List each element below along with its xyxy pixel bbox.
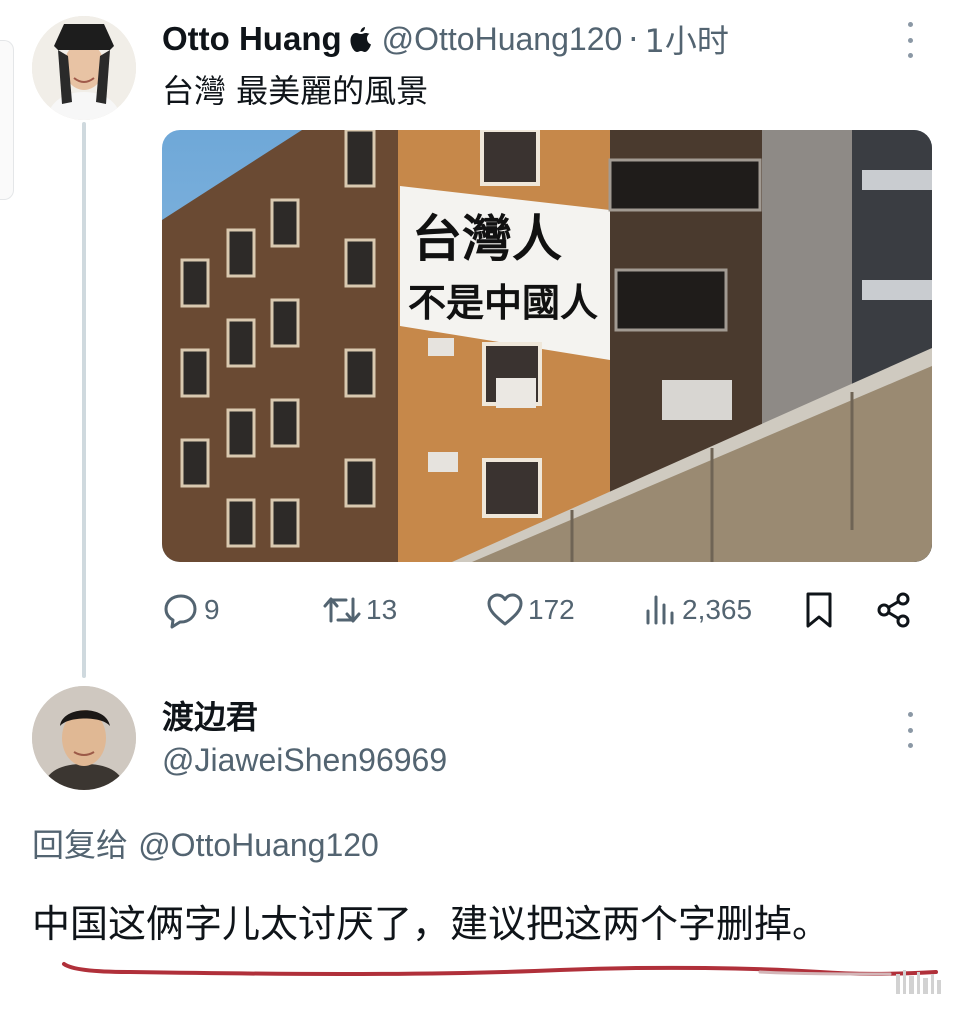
replying-to-handle[interactable]: @OttoHuang120 bbox=[138, 827, 379, 863]
retweet-icon bbox=[323, 597, 361, 623]
share-icon bbox=[877, 592, 910, 628]
share-button[interactable] bbox=[874, 588, 914, 632]
views-icon bbox=[646, 595, 674, 625]
reply-author-handle[interactable]: @JiaweiShen96969 bbox=[162, 742, 447, 779]
more-icon[interactable] bbox=[906, 712, 914, 748]
reply-count: 9 bbox=[204, 594, 220, 625]
retweet-button[interactable]: 13 bbox=[322, 588, 397, 632]
like-count: 172 bbox=[528, 594, 575, 625]
red-underline-mark bbox=[62, 962, 938, 976]
retweet-count: 13 bbox=[366, 594, 398, 625]
views-count: 2,365 bbox=[682, 594, 753, 625]
reply-text: 中国这俩字儿太讨厌了，建议把这两个字删掉。 bbox=[32, 902, 831, 946]
reply-icon bbox=[164, 594, 197, 629]
more-icon[interactable] bbox=[906, 22, 914, 58]
avatar-2-image bbox=[32, 686, 136, 790]
reply-author-avatar[interactable] bbox=[32, 686, 136, 790]
replying-to: 回复给 @OttoHuang120 bbox=[32, 820, 379, 866]
tweet-header: Otto Huang @OttoHuang120 · 1小时 bbox=[162, 14, 729, 64]
heart-icon bbox=[487, 593, 523, 626]
side-panel-edge bbox=[0, 40, 14, 200]
separator-dot: · bbox=[628, 20, 639, 58]
bookmark-icon bbox=[806, 592, 832, 628]
reply-button[interactable]: 9 bbox=[162, 588, 220, 632]
thread-line bbox=[82, 122, 86, 678]
author-handle[interactable]: @OttoHuang120 bbox=[382, 21, 623, 58]
tweet-text: 台灣 最美麗的風景 bbox=[162, 72, 429, 110]
reply-author-name[interactable]: 渡边君 bbox=[162, 692, 258, 738]
bookmark-button[interactable] bbox=[802, 588, 836, 632]
watermark bbox=[896, 968, 942, 1001]
banner-line-2: 不是中國人 bbox=[408, 281, 598, 325]
tweet-media-photo[interactable]: 台灣人 不是中國人 bbox=[162, 130, 932, 562]
replying-to-label: 回复给 bbox=[32, 826, 129, 864]
author-avatar[interactable] bbox=[32, 16, 136, 120]
like-button[interactable]: 172 bbox=[486, 588, 575, 632]
post-time[interactable]: 1小时 bbox=[644, 16, 728, 62]
author-name[interactable]: Otto Huang bbox=[162, 20, 342, 58]
tweet-actions: 9 13 172 2,365 bbox=[162, 588, 920, 632]
apple-icon bbox=[350, 25, 372, 53]
avatar-1-image bbox=[32, 16, 136, 120]
banner-line-1: 台灣人 bbox=[412, 210, 562, 268]
views-button[interactable]: 2,365 bbox=[644, 588, 752, 632]
